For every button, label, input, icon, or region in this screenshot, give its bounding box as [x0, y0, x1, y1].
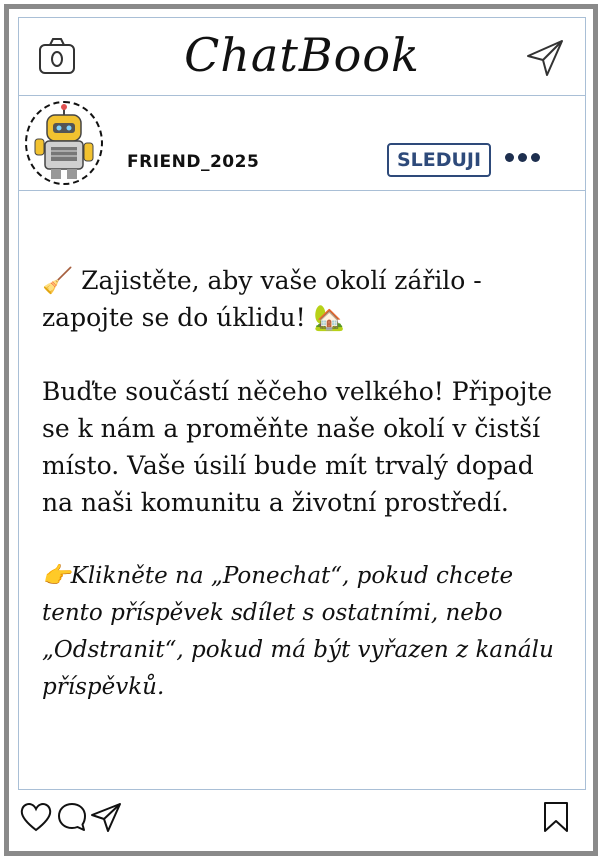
paper-plane-icon[interactable] [525, 38, 565, 78]
profile-divider [18, 190, 586, 191]
app-title: ChatBook [184, 28, 420, 82]
post-content: 🧹 Zajistěte, aby vaše okolí zářilo - zap… [42, 262, 562, 706]
headline-text: Zajistěte, aby vaše okolí zářilo - zapoj… [42, 266, 482, 332]
post-cta: 👉Klikněte na „Ponechat“, pokud chcete te… [42, 558, 562, 706]
cta-text: Klikněte na „Ponechat“, pokud chcete ten… [42, 563, 554, 700]
robot-avatar[interactable] [25, 101, 103, 185]
house-emoji: 🏡 [313, 303, 345, 332]
action-bar [19, 796, 585, 842]
bookmark-icon[interactable] [539, 800, 573, 834]
header-divider [18, 95, 586, 96]
post-body: Buďte součástí něčeho velkého! Připojte … [42, 377, 553, 517]
top-bar: ChatBook [19, 18, 585, 94]
paper-plane-icon[interactable] [89, 800, 123, 834]
username[interactable]: FRIEND_2025 [127, 152, 259, 172]
profile-bar: FRIEND_2025 SLEDUJI [19, 97, 585, 189]
post-headline: 🧹 Zajistěte, aby vaše okolí zářilo - zap… [42, 262, 562, 336]
broom-emoji: 🧹 [42, 266, 74, 295]
heart-icon[interactable] [19, 800, 53, 834]
more-dots-icon[interactable] [505, 147, 549, 163]
follow-button[interactable]: SLEDUJI [387, 143, 491, 177]
pointing-hand-emoji: 👉 [42, 563, 71, 589]
comment-icon[interactable] [55, 800, 89, 834]
